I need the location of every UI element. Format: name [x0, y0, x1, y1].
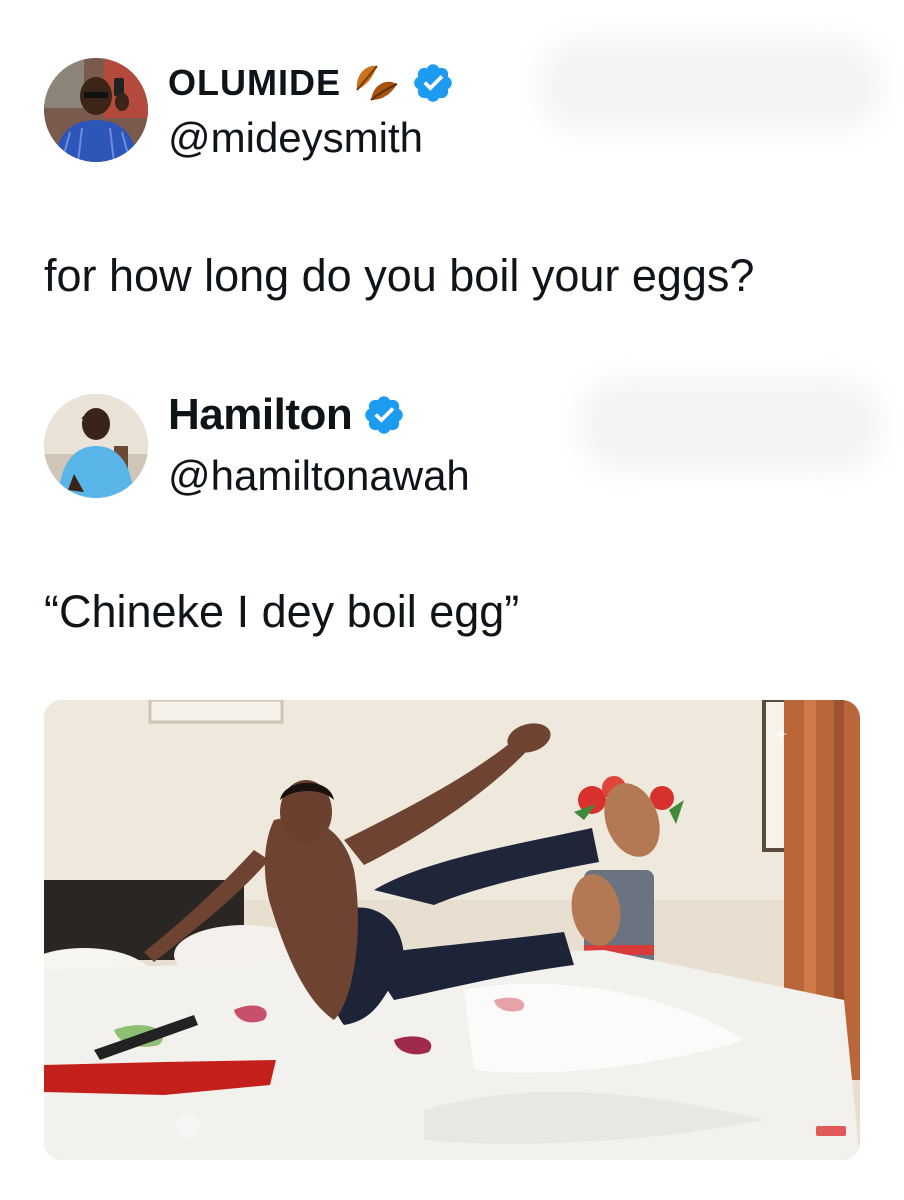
- display-name[interactable]: Hamilton: [168, 390, 353, 440]
- tweet-text: for how long do you boil your eggs?: [44, 250, 755, 301]
- media-scene: ✦: [44, 700, 860, 1160]
- tweet-reply[interactable]: Hamilton @hamiltonawah “Chineke I dey bo…: [0, 380, 904, 670]
- verified-badge-icon: [362, 393, 406, 437]
- verified-badge-icon: [411, 61, 455, 105]
- user-handle[interactable]: @hamiltonawah: [168, 452, 470, 500]
- fallen-leaf-icon: [351, 60, 401, 106]
- svg-text:✦: ✦: [774, 727, 787, 744]
- avatar[interactable]: [44, 58, 148, 162]
- tweet-text: “Chineke I dey boil egg”: [44, 586, 520, 637]
- display-name[interactable]: OLUMIDE: [168, 62, 341, 104]
- tweet-original[interactable]: OLUMIDE @mideysmith for how long do you …: [0, 0, 904, 330]
- avatar-photo-icon: [44, 394, 148, 498]
- avatar-photo-icon: [44, 58, 148, 162]
- tweet-media-image[interactable]: ✦: [44, 700, 860, 1160]
- avatar[interactable]: [44, 394, 148, 498]
- user-handle[interactable]: @mideysmith: [168, 114, 423, 162]
